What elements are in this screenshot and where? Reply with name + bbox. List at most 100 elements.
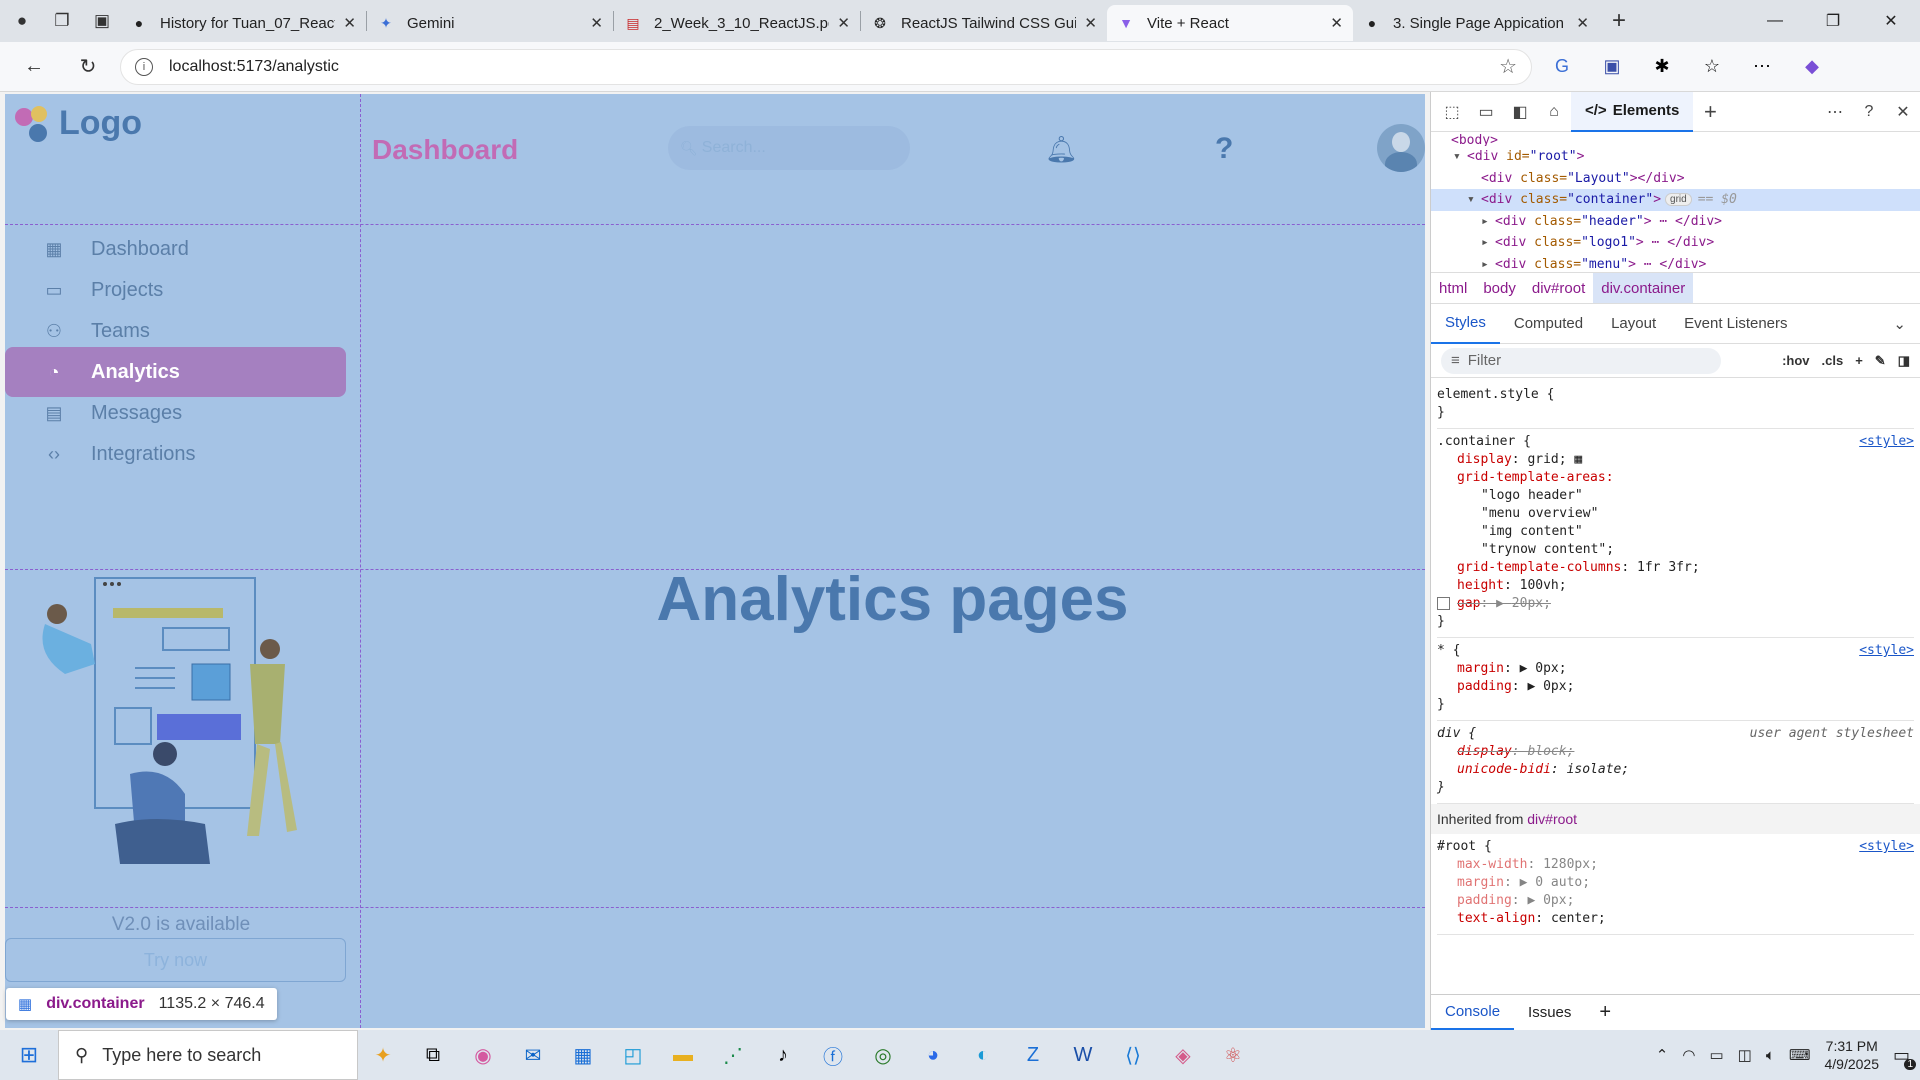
- profile-icon[interactable]: ●: [4, 3, 40, 39]
- browser-tab[interactable]: ✦ Gemini ✕: [367, 5, 613, 41]
- try-now-button[interactable]: Try now: [5, 938, 346, 982]
- windows-start-icon[interactable]: ⊞: [0, 1042, 58, 1068]
- device-toolbar-icon[interactable]: ▭: [1469, 96, 1503, 128]
- dock-icon[interactable]: ◧: [1503, 96, 1537, 128]
- add-tab-icon[interactable]: +: [1585, 1001, 1625, 1024]
- browser-tab[interactable]: ▤ 2_Week_3_10_ReactJS.pdf ✕: [614, 5, 860, 41]
- sidebar-item-integrations[interactable]: ‹› Integrations: [5, 429, 346, 479]
- word-icon[interactable]: W: [1058, 1030, 1108, 1080]
- tab-elements[interactable]: </> Elements: [1571, 91, 1694, 132]
- more-icon[interactable]: ⋯: [1742, 47, 1782, 87]
- grid-badge[interactable]: grid: [1665, 193, 1692, 207]
- filter-input[interactable]: ≡ Filter: [1441, 347, 1721, 374]
- puzzle-icon[interactable]: ✱: [1642, 47, 1682, 87]
- wifi-icon[interactable]: ◠: [1682, 1046, 1695, 1064]
- tiktok-icon[interactable]: ♪: [758, 1030, 808, 1080]
- snip-icon[interactable]: ◰: [608, 1030, 658, 1080]
- dom-node[interactable]: ▸ <div class= "header" > ⋯ </div>: [1431, 211, 1920, 233]
- logo[interactable]: Logo: [13, 104, 142, 143]
- keyboard-icon[interactable]: ⌨: [1789, 1046, 1811, 1064]
- close-tab-icon[interactable]: ✕: [343, 14, 356, 32]
- clock[interactable]: 7:31 PM 4/9/2025: [1824, 1037, 1879, 1073]
- tab-styles[interactable]: Styles: [1431, 304, 1500, 344]
- breadcrumb-item[interactable]: div#root: [1524, 280, 1593, 297]
- browser-tab[interactable]: ● 3. Single Page Appication ✕: [1353, 5, 1599, 41]
- help-icon[interactable]: ?: [1852, 96, 1886, 128]
- dom-node[interactable]: <div class= "Layout" ></div>: [1431, 168, 1920, 190]
- hov-toggle[interactable]: :hov: [1782, 353, 1809, 369]
- camera-icon[interactable]: ◫: [1738, 1046, 1752, 1064]
- copilot-sparkle-icon[interactable]: ✦: [358, 1030, 408, 1080]
- paint-icon[interactable]: ✎: [1875, 353, 1886, 369]
- copilot-app-icon[interactable]: ◉: [458, 1030, 508, 1080]
- breadcrumb-item[interactable]: div.container: [1593, 273, 1694, 303]
- breadcrumb-item[interactable]: body: [1475, 280, 1524, 297]
- close-window-icon[interactable]: ✕: [1862, 0, 1920, 42]
- facebook-icon[interactable]: ⓕ: [808, 1030, 858, 1080]
- style-source-link[interactable]: <style>: [1859, 642, 1914, 660]
- figma-app-icon[interactable]: ◈: [1158, 1030, 1208, 1080]
- battery-icon[interactable]: ▭: [1709, 1046, 1723, 1064]
- messenger-icon[interactable]: ◕: [908, 1030, 958, 1080]
- favorite-star-icon[interactable]: ☆: [1499, 54, 1517, 79]
- workspaces-icon[interactable]: ❐: [44, 3, 80, 39]
- dom-tree[interactable]: <body> ▾ <div id= "root" > <div class= "Layout…: [1431, 132, 1920, 272]
- chart-app-icon[interactable]: ⋰: [708, 1030, 758, 1080]
- tab-actions-icon[interactable]: ▣: [84, 3, 120, 39]
- tab-computed[interactable]: Computed: [1500, 304, 1597, 344]
- file-explorer-icon[interactable]: ▬: [658, 1030, 708, 1080]
- home-icon[interactable]: ⌂: [1537, 96, 1571, 128]
- close-tab-icon[interactable]: ✕: [1576, 14, 1589, 32]
- tray-chevron-icon[interactable]: ⌃: [1656, 1046, 1669, 1064]
- browser-tab[interactable]: ▼ Vite + React ✕: [1107, 5, 1353, 41]
- edge-icon[interactable]: ◐: [958, 1030, 1008, 1080]
- vscode-icon[interactable]: ⟨⟩: [1108, 1030, 1158, 1080]
- react-app-icon[interactable]: ⚛: [1208, 1030, 1258, 1080]
- translate-icon[interactable]: G: [1542, 47, 1582, 87]
- dom-node[interactable]: ▾ <div id= "root" >: [1431, 146, 1920, 168]
- hs-app-icon[interactable]: ◎: [858, 1030, 908, 1080]
- close-devtools-icon[interactable]: ✕: [1886, 96, 1920, 128]
- chevron-down-icon[interactable]: ⌄: [1879, 304, 1920, 344]
- volume-icon[interactable]: 🔈︎: [1766, 1047, 1775, 1064]
- store-icon[interactable]: ▦: [558, 1030, 608, 1080]
- url-field[interactable]: i localhost:5173/analystic ☆: [120, 48, 1532, 85]
- more-tools-icon[interactable]: ⋯: [1818, 96, 1852, 128]
- dom-node[interactable]: ▾ <div class= "container" > grid == $0: [1431, 189, 1920, 211]
- search-input[interactable]: 🔍︎ Search...: [668, 126, 910, 170]
- zalo-icon[interactable]: Z: [1008, 1030, 1058, 1080]
- add-panel-icon[interactable]: +: [1693, 96, 1727, 128]
- notification-icon[interactable]: ▭ 1: [1893, 1045, 1916, 1070]
- copilot-icon[interactable]: ◆: [1792, 47, 1832, 87]
- dom-node[interactable]: ▸ <div class= "menu" > ⋯ </div>: [1431, 254, 1920, 273]
- minimize-icon[interactable]: —: [1746, 0, 1804, 42]
- browser-tab[interactable]: ❂ ReactJS Tailwind CSS Guid ✕: [861, 5, 1107, 41]
- browser-tab[interactable]: ● History for Tuan_07_React ✕: [120, 5, 366, 41]
- reload-button[interactable]: ↻: [68, 47, 108, 87]
- property-checkbox[interactable]: [1437, 597, 1450, 610]
- outlook-icon[interactable]: ✉: [508, 1030, 558, 1080]
- extension-icon[interactable]: ▣: [1592, 47, 1632, 87]
- new-tab-button[interactable]: +: [1599, 3, 1639, 39]
- dom-node[interactable]: ▸ <div class= "logo1" > ⋯ </div>: [1431, 232, 1920, 254]
- sidebar-toggle-icon[interactable]: ◨: [1898, 353, 1910, 369]
- tab-event-listeners[interactable]: Event Listeners: [1670, 304, 1801, 344]
- site-info-icon[interactable]: i: [135, 57, 153, 76]
- favorites-icon[interactable]: ☆: [1692, 47, 1732, 87]
- close-tab-icon[interactable]: ✕: [1084, 14, 1097, 32]
- cls-toggle[interactable]: .cls: [1822, 353, 1844, 369]
- new-rule-icon[interactable]: +: [1855, 353, 1863, 369]
- tab-layout[interactable]: Layout: [1597, 304, 1670, 344]
- help-icon[interactable]: ?: [1215, 132, 1233, 166]
- bell-icon[interactable]: 🔔︎: [1045, 134, 1078, 165]
- restore-icon[interactable]: ❐: [1804, 0, 1862, 42]
- inspect-element-icon[interactable]: ⬚: [1435, 96, 1469, 128]
- close-tab-icon[interactable]: ✕: [1330, 14, 1343, 32]
- avatar[interactable]: [1377, 124, 1425, 172]
- close-tab-icon[interactable]: ✕: [837, 14, 850, 32]
- task-view-icon[interactable]: ⧉: [408, 1030, 458, 1080]
- inherited-link[interactable]: div#root: [1527, 811, 1577, 827]
- style-source-link[interactable]: <style>: [1859, 838, 1914, 856]
- tab-console[interactable]: Console: [1431, 996, 1515, 1030]
- grid-editor-icon[interactable]: ▦: [1574, 452, 1582, 467]
